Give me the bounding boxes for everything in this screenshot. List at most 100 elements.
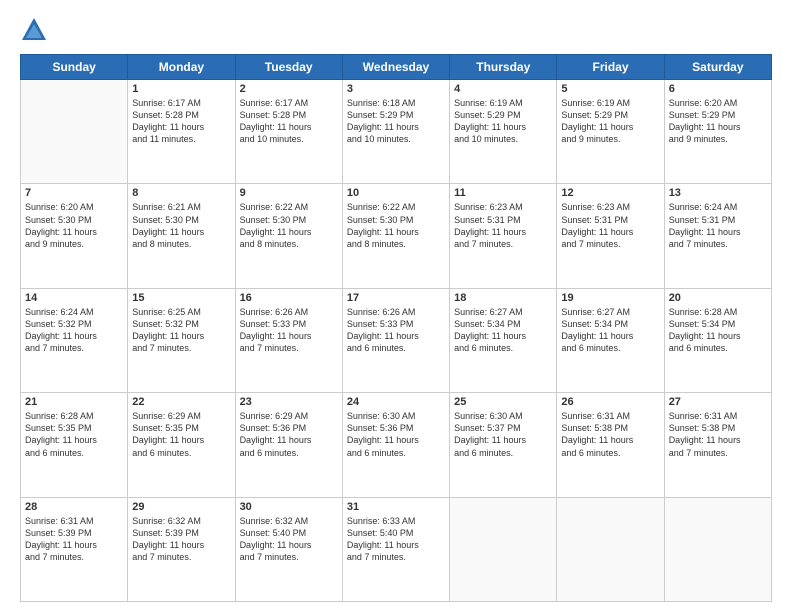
day-number: 30 [240, 501, 338, 513]
day-number: 7 [25, 187, 123, 199]
day-number: 11 [454, 187, 552, 199]
day-header-friday: Friday [557, 55, 664, 80]
calendar-cell: 11Sunrise: 6:23 AM Sunset: 5:31 PM Dayli… [450, 184, 557, 288]
day-info: Sunrise: 6:27 AM Sunset: 5:34 PM Dayligh… [454, 306, 552, 355]
day-header-thursday: Thursday [450, 55, 557, 80]
day-number: 3 [347, 83, 445, 95]
calendar-cell: 21Sunrise: 6:28 AM Sunset: 5:35 PM Dayli… [21, 393, 128, 497]
calendar-cell: 14 Sunrise: 6:24 AM Sunset: 5:32 PM Dayli… [21, 288, 128, 392]
day-number: 4 [454, 83, 552, 95]
day-info: Sunrise: 6:26 AM Sunset: 5:33 PM Dayligh… [347, 306, 445, 355]
day-number: 27 [669, 396, 767, 408]
day-number: 17 [347, 292, 445, 304]
day-info: Sunrise: 6:33 AM Sunset: 5:40 PM Dayligh… [347, 515, 445, 564]
page: SundayMondayTuesdayWednesdayThursdayFrid… [0, 0, 792, 612]
day-number: 22 [132, 396, 230, 408]
calendar-cell: 26Sunrise: 6:31 AM Sunset: 5:38 PM Dayli… [557, 393, 664, 497]
day-info: Sunrise: 6:21 AM Sunset: 5:30 PM Dayligh… [132, 201, 230, 250]
day-number: 20 [669, 292, 767, 304]
day-info: Sunrise: 6:31 AM Sunset: 5:38 PM Dayligh… [669, 410, 767, 459]
day-info: Sunrise: 6:30 AM Sunset: 5:36 PM Dayligh… [347, 410, 445, 459]
day-info: Sunrise: 6:18 AM Sunset: 5:29 PM Dayligh… [347, 97, 445, 146]
calendar-cell: 4 Sunrise: 6:19 AM Sunset: 5:29 PM Daylig… [450, 80, 557, 184]
calendar-cell: 16 Sunrise: 6:26 AM Sunset: 5:33 PM Dayli… [235, 288, 342, 392]
header [20, 16, 772, 44]
calendar-cell: 6 Sunrise: 6:20 AM Sunset: 5:29 PM Daylig… [664, 80, 771, 184]
day-number: 8 [132, 187, 230, 199]
day-header-tuesday: Tuesday [235, 55, 342, 80]
day-header-saturday: Saturday [664, 55, 771, 80]
logo-icon [20, 16, 48, 44]
calendar-cell: 5 Sunrise: 6:19 AM Sunset: 5:29 PM Daylig… [557, 80, 664, 184]
day-header-sunday: Sunday [21, 55, 128, 80]
calendar-cell: 23Sunrise: 6:29 AM Sunset: 5:36 PM Dayli… [235, 393, 342, 497]
day-info: Sunrise: 6:19 AM Sunset: 5:29 PM Dayligh… [561, 97, 659, 146]
calendar-cell: 18 Sunrise: 6:27 AM Sunset: 5:34 PM Dayli… [450, 288, 557, 392]
calendar-cell: 10 Sunrise: 6:22 AM Sunset: 5:30 PM Dayli… [342, 184, 449, 288]
day-number: 28 [25, 501, 123, 513]
day-info: Sunrise: 6:24 AM Sunset: 5:32 PM Dayligh… [25, 306, 123, 355]
day-number: 12 [561, 187, 659, 199]
calendar-cell: 3 Sunrise: 6:18 AM Sunset: 5:29 PM Daylig… [342, 80, 449, 184]
day-number: 14 [25, 292, 123, 304]
day-info: Sunrise: 6:31 AM Sunset: 5:38 PM Dayligh… [561, 410, 659, 459]
day-info: Sunrise: 6:26 AM Sunset: 5:33 PM Dayligh… [240, 306, 338, 355]
day-number: 2 [240, 83, 338, 95]
day-info: Sunrise: 6:17 AM Sunset: 5:28 PM Dayligh… [132, 97, 230, 146]
day-number: 16 [240, 292, 338, 304]
day-number: 25 [454, 396, 552, 408]
day-info: Sunrise: 6:19 AM Sunset: 5:29 PM Dayligh… [454, 97, 552, 146]
day-number: 1 [132, 83, 230, 95]
calendar-cell [664, 497, 771, 601]
day-info: Sunrise: 6:31 AM Sunset: 5:39 PM Dayligh… [25, 515, 123, 564]
calendar-table: SundayMondayTuesdayWednesdayThursdayFrid… [20, 54, 772, 602]
calendar-cell [21, 80, 128, 184]
day-info: Sunrise: 6:32 AM Sunset: 5:39 PM Dayligh… [132, 515, 230, 564]
day-number: 6 [669, 83, 767, 95]
day-info: Sunrise: 6:20 AM Sunset: 5:29 PM Dayligh… [669, 97, 767, 146]
calendar-cell: 20 Sunrise: 6:28 AM Sunset: 5:34 PM Dayli… [664, 288, 771, 392]
day-info: Sunrise: 6:30 AM Sunset: 5:37 PM Dayligh… [454, 410, 552, 459]
day-number: 19 [561, 292, 659, 304]
day-number: 18 [454, 292, 552, 304]
logo [20, 16, 52, 44]
day-info: Sunrise: 6:20 AM Sunset: 5:30 PM Dayligh… [25, 201, 123, 250]
calendar-cell: 25 Sunrise: 6:30 AM Sunset: 5:37 PM Dayli… [450, 393, 557, 497]
day-info: Sunrise: 6:27 AM Sunset: 5:34 PM Dayligh… [561, 306, 659, 355]
day-info: Sunrise: 6:29 AM Sunset: 5:36 PM Dayligh… [240, 410, 338, 459]
day-info: Sunrise: 6:22 AM Sunset: 5:30 PM Dayligh… [240, 201, 338, 250]
day-header-monday: Monday [128, 55, 235, 80]
calendar-cell: 24 Sunrise: 6:30 AM Sunset: 5:36 PM Dayli… [342, 393, 449, 497]
day-info: Sunrise: 6:22 AM Sunset: 5:30 PM Dayligh… [347, 201, 445, 250]
day-header-wednesday: Wednesday [342, 55, 449, 80]
calendar-cell: 17 Sunrise: 6:26 AM Sunset: 5:33 PM Dayli… [342, 288, 449, 392]
day-number: 24 [347, 396, 445, 408]
day-number: 31 [347, 501, 445, 513]
calendar-cell [557, 497, 664, 601]
calendar-cell: 1 Sunrise: 6:17 AM Sunset: 5:28 PM Daylig… [128, 80, 235, 184]
day-info: Sunrise: 6:32 AM Sunset: 5:40 PM Dayligh… [240, 515, 338, 564]
calendar-cell: 8 Sunrise: 6:21 AM Sunset: 5:30 PM Daylig… [128, 184, 235, 288]
day-info: Sunrise: 6:25 AM Sunset: 5:32 PM Dayligh… [132, 306, 230, 355]
day-info: Sunrise: 6:29 AM Sunset: 5:35 PM Dayligh… [132, 410, 230, 459]
calendar-cell: 19 Sunrise: 6:27 AM Sunset: 5:34 PM Dayli… [557, 288, 664, 392]
calendar-cell [450, 497, 557, 601]
calendar-cell: 9 Sunrise: 6:22 AM Sunset: 5:30 PM Daylig… [235, 184, 342, 288]
day-info: Sunrise: 6:23 AM Sunset: 5:31 PM Dayligh… [561, 201, 659, 250]
day-number: 5 [561, 83, 659, 95]
calendar-cell: 31 Sunrise: 6:33 AM Sunset: 5:40 PM Dayli… [342, 497, 449, 601]
calendar-cell: 12 Sunrise: 6:23 AM Sunset: 5:31 PM Dayli… [557, 184, 664, 288]
calendar-cell: 29 Sunrise: 6:32 AM Sunset: 5:39 PM Dayli… [128, 497, 235, 601]
day-info: Sunrise: 6:17 AM Sunset: 5:28 PM Dayligh… [240, 97, 338, 146]
day-info: Sunrise: 6:24 AM Sunset: 5:31 PM Dayligh… [669, 201, 767, 250]
calendar-cell: 7 Sunrise: 6:20 AM Sunset: 5:30 PM Daylig… [21, 184, 128, 288]
calendar-cell: 28 Sunrise: 6:31 AM Sunset: 5:39 PM Dayli… [21, 497, 128, 601]
calendar-cell: 2 Sunrise: 6:17 AM Sunset: 5:28 PM Daylig… [235, 80, 342, 184]
day-info: Sunrise: 6:28 AM Sunset: 5:35 PM Dayligh… [25, 410, 123, 459]
day-number: 10 [347, 187, 445, 199]
day-number: 9 [240, 187, 338, 199]
day-info: Sunrise: 6:28 AM Sunset: 5:34 PM Dayligh… [669, 306, 767, 355]
day-number: 29 [132, 501, 230, 513]
day-number: 13 [669, 187, 767, 199]
calendar-cell: 27 Sunrise: 6:31 AM Sunset: 5:38 PM Dayli… [664, 393, 771, 497]
